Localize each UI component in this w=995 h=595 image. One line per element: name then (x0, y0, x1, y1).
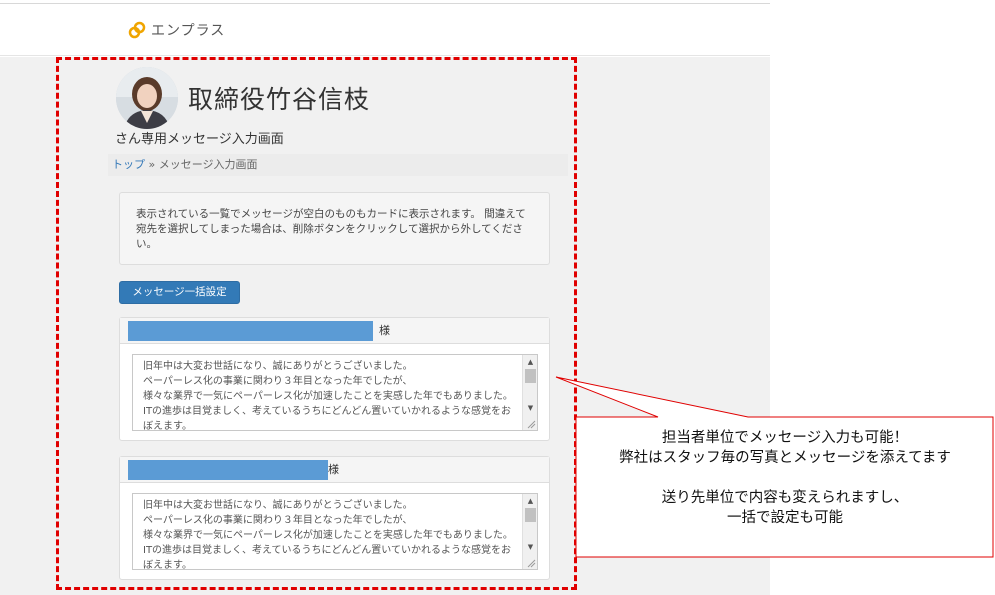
breadcrumb-home-link[interactable]: トップ (112, 158, 145, 171)
message-textarea[interactable]: 旧年中は大変お世話になり、誠にありがとうございました。 ペーパーレス化の事業に関… (132, 354, 538, 431)
redacted-recipient-name (128, 321, 373, 341)
logo-text: エンプラス (151, 23, 226, 39)
breadcrumb-separator: » (148, 158, 156, 171)
breadcrumb-current: メッセージ入力画面 (158, 158, 258, 171)
scroll-thumb[interactable] (525, 508, 536, 522)
card-header: 様 (120, 457, 549, 483)
callout-spacer (576, 468, 994, 488)
logo[interactable]: エンプラス (127, 20, 225, 40)
recipient-card: 様 旧年中は大変お世話になり、誠にありがとうございました。 ペーパーレス化の事業… (119, 456, 550, 580)
recipient-card: 様 旧年中は大変お世話になり、誠にありがとうございました。 ペーパーレス化の事業… (119, 317, 550, 441)
bulk-message-button[interactable]: メッセージ一括設定 (119, 281, 240, 304)
page-subtitle: さん専用メッセージ入力画面 (115, 132, 284, 147)
message-text: 旧年中は大変お世話になり、誠にありがとうございました。 ペーパーレス化の事業に関… (143, 361, 513, 431)
callout-text: 担当者単位でメッセージ入力も可能！ 弊社はスタッフ毎の写真とメッセージを添えてま… (576, 428, 994, 528)
linked-rings-logo-icon (128, 21, 146, 39)
scroll-thumb[interactable] (525, 369, 536, 383)
scroll-down-arrow-icon[interactable]: ▼ (523, 541, 537, 553)
scroll-down-arrow-icon[interactable]: ▼ (523, 402, 537, 414)
callout-line: 弊社はスタッフ毎の写真とメッセージを添えてます (619, 450, 951, 466)
message-textarea[interactable]: 旧年中は大変お世話になり、誠にありがとうございました。 ペーパーレス化の事業に関… (132, 493, 538, 570)
honorific-label: 様 (328, 463, 339, 476)
callout-line: 担当者単位でメッセージ入力も可能！ (661, 430, 909, 446)
callout-line: 送り先単位で内容も変えられますし、 (661, 490, 909, 506)
notice-panel: 表示されている一覧でメッセージが空白のものもカードに表示されます。 間違えて宛先… (119, 192, 550, 265)
resize-grip-icon[interactable] (526, 558, 536, 568)
notice-text: 表示されている一覧でメッセージが空白のものもカードに表示されます。 間違えて宛先… (136, 208, 526, 250)
scroll-up-arrow-icon[interactable]: ▲ (523, 356, 537, 368)
avatar (116, 67, 178, 129)
profile-header: 取締役竹谷信枝 (116, 67, 370, 129)
card-header: 様 (120, 318, 549, 344)
site-header: エンプラス (0, 4, 770, 56)
message-text: 旧年中は大変お世話になり、誠にありがとうございました。 ペーパーレス化の事業に関… (143, 500, 513, 570)
breadcrumb: トップ » メッセージ入力画面 (108, 154, 568, 176)
redacted-recipient-name (128, 460, 328, 480)
honorific-label: 様 (379, 324, 390, 337)
person-photo-icon (116, 67, 178, 129)
resize-grip-icon[interactable] (526, 419, 536, 429)
callout-line: 一括で設定も可能 (727, 510, 843, 526)
page-title: 取締役竹谷信枝 (188, 85, 371, 114)
scroll-up-arrow-icon[interactable]: ▲ (523, 495, 537, 507)
